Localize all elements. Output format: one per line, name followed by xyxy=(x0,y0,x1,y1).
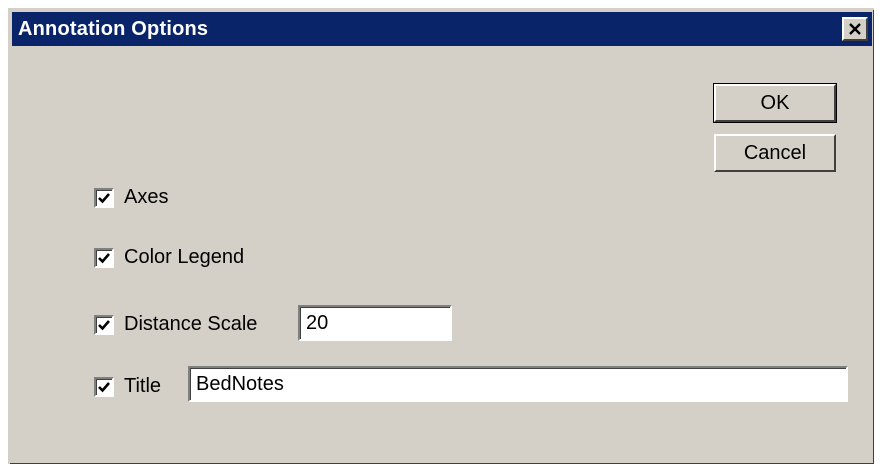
distance-scale-option[interactable]: Distance Scale xyxy=(94,313,257,336)
axes-label: Axes xyxy=(124,186,169,208)
title-input[interactable] xyxy=(188,366,848,402)
checkmark-icon xyxy=(98,192,110,203)
title-option[interactable]: Title xyxy=(94,375,161,398)
color-legend-option[interactable]: Color Legend xyxy=(94,246,244,269)
checkmark-icon xyxy=(98,381,110,392)
ok-button[interactable]: OK xyxy=(713,83,837,123)
distance-scale-input[interactable] xyxy=(298,305,452,341)
axes-checkbox[interactable] xyxy=(94,187,114,208)
annotation-options-dialog: Annotation Options OK Cancel Axes Color … xyxy=(8,8,874,464)
checkmark-icon xyxy=(98,252,110,263)
color-legend-checkbox[interactable] xyxy=(94,247,114,268)
dialog-title: Annotation Options xyxy=(18,17,209,40)
title-label: Title xyxy=(124,375,162,397)
distance-scale-label: Distance Scale xyxy=(124,313,258,335)
axes-option[interactable]: Axes xyxy=(94,186,168,209)
close-button[interactable] xyxy=(842,17,868,41)
title-checkbox[interactable] xyxy=(94,376,114,397)
cancel-button-label: Cancel xyxy=(743,141,807,164)
cancel-button[interactable]: Cancel xyxy=(714,134,836,172)
title-bar[interactable]: Annotation Options xyxy=(12,12,872,46)
distance-scale-checkbox[interactable] xyxy=(94,314,114,335)
color-legend-label: Color Legend xyxy=(124,246,245,268)
ok-button-label: OK xyxy=(760,91,790,114)
checkmark-icon xyxy=(98,319,110,330)
close-icon xyxy=(849,23,861,35)
